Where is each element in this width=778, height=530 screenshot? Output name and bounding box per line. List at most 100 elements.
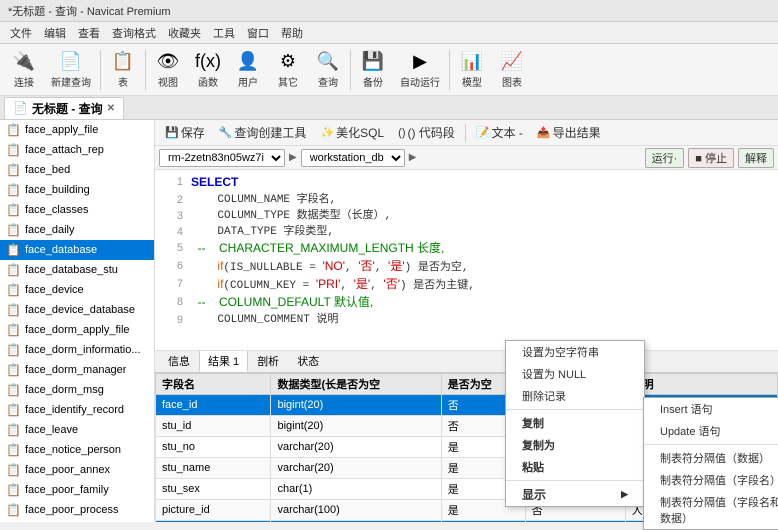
sidebar-label: face_device [25, 284, 84, 296]
query-tab[interactable]: 📄 无标题 - 查询 ✕ [4, 97, 124, 119]
ctx-copy-as[interactable]: 复制为 [506, 434, 644, 456]
sub-update[interactable]: Update 语句 [644, 420, 778, 442]
submenu-arrow-icon: ▶ [621, 489, 628, 500]
toolbar-btn-模型[interactable]: 📊模型 [452, 48, 492, 92]
sidebar-item-face_device[interactable]: 📋face_device [0, 280, 154, 300]
sidebar-item-face_post_apply[interactable]: 📋face_post_apply [0, 520, 154, 522]
toolbar-icon-备份: 💾 [361, 51, 385, 73]
sidebar-items: 📋face_apply_file📋face_attach_rep📋face_be… [0, 120, 154, 522]
menubar-item-文件[interactable]: 文件 [4, 24, 38, 42]
sql-editor[interactable]: 1SELECT 2 COLUMN_NAME 字段名, 3 COLUMN_TYPE… [155, 170, 778, 351]
table-icon: 📋 [6, 343, 21, 357]
ctx-delete-record[interactable]: 删除记录 [506, 385, 644, 407]
query-builder-icon: 🔧 [219, 126, 233, 139]
ctx-paste[interactable]: 粘贴 [506, 456, 644, 478]
toolbar-btn-新建查询[interactable]: 📄新建查询 [44, 48, 98, 92]
sidebar-item-face_database_stu[interactable]: 📋face_database_stu [0, 260, 154, 280]
text-icon: 📝 [476, 126, 490, 139]
menubar-item-查看[interactable]: 查看 [72, 24, 106, 42]
run-button[interactable]: 运行· [645, 148, 685, 168]
sidebar-item-face_classes[interactable]: 📋face_classes [0, 200, 154, 220]
sidebar-item-face_poor_process[interactable]: 📋face_poor_process [0, 500, 154, 520]
sidebar-item-face_device_database[interactable]: 📋face_device_database [0, 300, 154, 320]
toolbar-btn-其它[interactable]: ⚙其它 [268, 48, 308, 92]
connection-select[interactable]: rm-2zetn83n05wz7i [159, 149, 285, 167]
col-header-name[interactable]: 字段名 [156, 373, 271, 394]
export-label: 导出结果 [553, 124, 601, 141]
table-icon: 📋 [6, 263, 21, 277]
sidebar-item-face_dorm_manager[interactable]: 📋face_dorm_manager [0, 360, 154, 380]
menubar-item-编辑[interactable]: 编辑 [38, 24, 72, 42]
toolbar-btn-视图[interactable]: 👁视图 [148, 48, 188, 92]
tab-profile[interactable]: 剖析 [248, 351, 288, 373]
database-select[interactable]: workstation_db [301, 149, 405, 167]
toolbar-label-其它: 其它 [278, 74, 298, 89]
toolbar-icon-视图: 👁 [156, 51, 180, 73]
snippet-button[interactable]: () () 代码段 [392, 122, 461, 143]
sidebar-item-face_apply_file[interactable]: 📋face_apply_file [0, 120, 154, 140]
text-button[interactable]: 📝 文本 - [470, 122, 529, 143]
ctx-set-null[interactable]: 设置为 NULL [506, 363, 644, 385]
sidebar-item-face_dorm_apply_file[interactable]: 📋face_dorm_apply_file [0, 320, 154, 340]
menubar-item-帮助[interactable]: 帮助 [275, 24, 309, 42]
sidebar-item-face_identify_record[interactable]: 📋face_identify_record [0, 400, 154, 420]
col-header-comment[interactable]: 说明 [625, 373, 777, 394]
sub-insert[interactable]: Insert 语句 [644, 398, 778, 420]
ctx-show[interactable]: 显示 ▶ [506, 483, 644, 506]
sidebar-item-face_leave[interactable]: 📋face_leave [0, 420, 154, 440]
toolbar-btn-连接[interactable]: 🔌连接 [4, 48, 44, 92]
sub-tab-both[interactable]: 制表符分隔值（字段名和数据） [644, 491, 778, 529]
beautify-button[interactable]: ✨ 美化SQL [314, 122, 390, 143]
menubar-item-工具[interactable]: 工具 [207, 24, 241, 42]
sidebar-item-face_poor_annex[interactable]: 📋face_poor_annex [0, 460, 154, 480]
sidebar-item-face_daily[interactable]: 📋face_daily [0, 220, 154, 240]
sidebar-item-face_dorm_msg[interactable]: 📋face_dorm_msg [0, 380, 154, 400]
sub-tab-data[interactable]: 制表符分隔值（数据） [644, 447, 778, 469]
sidebar-item-face_dorm_informatio...[interactable]: 📋 face_dorm_informatio... [0, 340, 154, 360]
connection-bar: rm-2zetn83n05wz7i ▶ workstation_db ▶ 运行·… [155, 146, 778, 170]
menubar-item-收藏夹[interactable]: 收藏夹 [162, 24, 207, 42]
sidebar-label: face_dorm_informatio... [25, 344, 141, 356]
menubar-item-窗口[interactable]: 窗口 [241, 24, 275, 42]
tab-results[interactable]: 结果 1 [199, 351, 248, 373]
sidebar-label: face_dorm_manager [25, 364, 127, 376]
sidebar-item-face_poor_family[interactable]: 📋face_poor_family [0, 480, 154, 500]
toolbar-btn-备份[interactable]: 💾备份 [353, 48, 393, 92]
query-builder-button[interactable]: 🔧 查询创建工具 [213, 122, 313, 143]
sidebar-item-face_database[interactable]: 📋face_database [0, 240, 154, 260]
title-bar: *无标题 - 查询 - Navicat Premium [0, 0, 778, 22]
toolbar-btn-用户[interactable]: 👤用户 [228, 48, 268, 92]
tab-close-btn[interactable]: ✕ [107, 103, 115, 114]
tab-status[interactable]: 状态 [288, 351, 328, 373]
cell-type: bigint(20) [271, 394, 441, 415]
toolbar-separator [465, 124, 466, 142]
ctx-show-label: 显示 [522, 486, 546, 503]
save-button[interactable]: 💾 保存 [159, 122, 211, 143]
toolbar-btn-查询[interactable]: 🔍查询 [308, 48, 348, 92]
ctx-copy[interactable]: 复制 [506, 412, 644, 434]
cell-name: face_status [156, 520, 271, 522]
sub-separator [644, 444, 778, 445]
col-header-type[interactable]: 数据类型(长是否为空 [271, 373, 441, 394]
sub-tab-fields[interactable]: 制表符分隔值（字段名） [644, 469, 778, 491]
explain-button[interactable]: 解释 [738, 148, 774, 168]
toolbar-btn-函数[interactable]: f(x)函数 [188, 48, 228, 92]
cell-type: varchar(20) [271, 457, 441, 478]
toolbar-label-自动运行: 自动运行 [400, 74, 440, 89]
snippet-label: () 代码段 [407, 124, 454, 141]
menubar-item-查询格式[interactable]: 查询格式 [106, 24, 162, 42]
tab-info[interactable]: 信息 [159, 351, 199, 373]
toolbar-btn-图表[interactable]: 📈图表 [492, 48, 532, 92]
sidebar-item-face_bed[interactable]: 📋face_bed [0, 160, 154, 180]
sidebar-item-face_building[interactable]: 📋face_building [0, 180, 154, 200]
sidebar-item-face_notice_person[interactable]: 📋face_notice_person [0, 440, 154, 460]
toolbar-btn-自动运行[interactable]: ▶自动运行 [393, 48, 447, 92]
table-icon: 📋 [6, 323, 21, 337]
ctx-set-empty[interactable]: 设置为空字符串 [506, 341, 644, 363]
toolbar-sep-8 [350, 50, 351, 90]
stop-button[interactable]: ■ 停止 [688, 148, 734, 168]
window-title: *无标题 - 查询 - Navicat Premium [8, 3, 171, 19]
toolbar-btn-表[interactable]: 📋表 [103, 48, 143, 92]
sidebar-item-face_attach_rep[interactable]: 📋face_attach_rep [0, 140, 154, 160]
export-button[interactable]: 📤 导出结果 [531, 122, 607, 143]
